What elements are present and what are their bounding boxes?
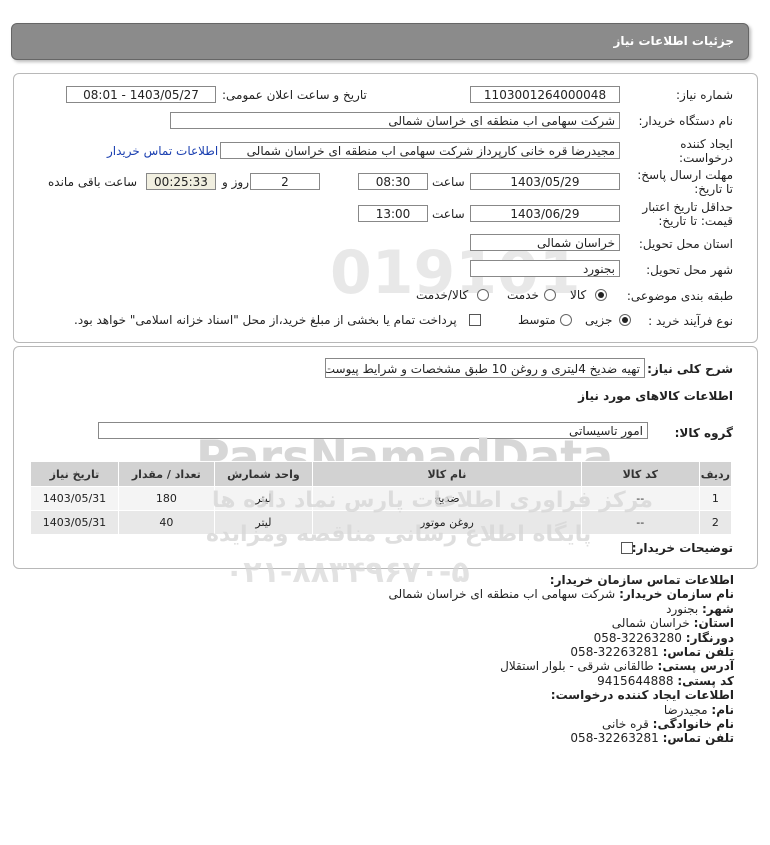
process-option-partial: جزیی: [585, 313, 613, 327]
category-radio-service[interactable]: [544, 289, 556, 301]
remaining-label: ساعت باقی مانده: [48, 175, 138, 189]
buyer-name-label: نام دستگاه خریدار:: [638, 114, 734, 128]
reply-time-label: ساعت: [432, 175, 465, 189]
creator-label-2: درخواست:: [679, 151, 733, 165]
city-field[interactable]: بجنورد: [470, 260, 620, 277]
process-radio-partial[interactable]: [619, 314, 631, 326]
buyer-notes-checkbox[interactable]: [621, 542, 633, 554]
goods-panel: [13, 346, 758, 569]
cell-code: --: [580, 486, 700, 511]
cell-name: روغن موتور: [312, 510, 582, 535]
validity-time-field[interactable]: 13:00: [358, 205, 428, 222]
announce-field[interactable]: 1403/05/27 - 08:01: [66, 86, 216, 103]
creator-field[interactable]: مجیدرضا قره خانی کارپرداز شرکت سهامی اب …: [220, 142, 620, 159]
days-field[interactable]: 2: [250, 173, 320, 190]
creator-last-name: نام خانوادگی: قره خانی: [601, 717, 734, 732]
creator-label-1: ایجاد کننده: [680, 137, 733, 151]
creator-first-name: نام: مجیدرضا: [663, 702, 734, 717]
goods-group-label: گروه کالا:: [674, 426, 733, 440]
cell-name: ضدیخ: [312, 486, 582, 511]
goods-table-header: ردیف کد کالا نام کالا واحد شمارش تعداد /…: [30, 461, 733, 487]
cell-code: --: [580, 510, 700, 535]
treasury-text: پرداخت تمام یا بخشی از مبلغ خرید،از محل …: [74, 313, 457, 327]
reply-deadline-label-2: تا تاریخ:: [694, 182, 733, 196]
cell-row: 2: [698, 510, 733, 535]
goods-group-field[interactable]: امور تاسیساتی: [98, 422, 648, 439]
days-label: روز و: [222, 175, 249, 189]
category-radio-goods-service[interactable]: [477, 289, 489, 301]
contact-address: آدرس پستی: طالقانی شرقی - بلوار استقلال: [500, 659, 734, 674]
summary-label: شرح کلی نیاز:: [647, 362, 733, 376]
contact-phone: تلفن تماس: 058-32263281: [570, 645, 734, 660]
province-label: استان محل تحویل:: [638, 237, 733, 251]
category-option-goods-service: کالا/خدمت: [416, 288, 469, 302]
col-code: کد کالا: [580, 461, 700, 487]
cell-unit: لیتر: [213, 510, 314, 535]
col-unit: واحد شمارش: [213, 461, 314, 487]
goods-table: ردیف کد کالا نام کالا واحد شمارش تعداد /…: [30, 461, 733, 535]
reply-date-field[interactable]: 1403/05/29: [470, 173, 620, 190]
page-title: جزئیات اطلاعات نیاز: [613, 34, 734, 48]
col-date: تاریخ نیاز: [30, 461, 119, 487]
remaining-time-field: 00:25:33: [146, 173, 216, 190]
contact-city: شهر: بجنورد: [666, 601, 734, 616]
province-field[interactable]: خراسان شمالی: [470, 234, 620, 251]
treasury-checkbox[interactable]: [469, 314, 481, 326]
summary-field[interactable]: تهیه ضدیخ 4لیتری و روغن 10 طبق مشخصات و …: [325, 358, 645, 378]
validity-date-field[interactable]: 1403/06/29: [470, 205, 620, 222]
contact-fax: دورنگار: 058-32263280: [593, 630, 734, 645]
process-radio-medium[interactable]: [560, 314, 572, 326]
category-option-service: خدمت: [507, 288, 539, 302]
buyer-contact-link[interactable]: اطلاعات تماس خریدار: [107, 144, 218, 158]
col-row: ردیف: [698, 461, 733, 487]
city-label: شهر محل تحویل:: [646, 263, 733, 277]
category-label: طبقه بندی موضوعی:: [626, 289, 733, 303]
goods-section-title: اطلاعات کالاهای مورد نیاز: [578, 389, 733, 403]
col-qty: تعداد / مقدار: [117, 461, 215, 487]
buyer-name-field[interactable]: شرکت سهامی اب منطقه ای خراسان شمالی: [170, 112, 620, 129]
contact-province: استان: خراسان شمالی: [611, 616, 734, 631]
table-row[interactable]: 1 -- ضدیخ لیتر 180 1403/05/31: [30, 486, 733, 511]
process-label: نوع فرآیند خرید :: [648, 314, 733, 328]
table-row[interactable]: 2 -- روغن موتور لیتر 40 1403/05/31: [30, 510, 733, 535]
creator-heading: اطلاعات ایجاد کننده درخواست:: [550, 688, 734, 703]
contact-org: نام سازمان خریدار: شرکت سهامی اب منطقه ا…: [388, 587, 734, 602]
page-header: جزئیات اطلاعات نیاز: [11, 23, 749, 60]
cell-qty: 180: [117, 486, 215, 511]
reply-deadline-label-1: مهلت ارسال پاسخ:: [637, 168, 733, 182]
category-option-goods: کالا: [570, 288, 587, 302]
contact-heading: اطلاعات تماس سازمان خریدار:: [549, 573, 734, 587]
cell-qty: 40: [117, 510, 215, 535]
cell-unit: لیتر: [213, 486, 314, 511]
contact-postal: کد پستی: 9415644888: [597, 673, 734, 688]
validity-label-1: حداقل تاریخ اعتبار: [642, 200, 733, 214]
validity-time-label: ساعت: [432, 207, 465, 221]
process-option-medium: متوسط: [518, 313, 556, 327]
buyer-notes-label: توضیحات خریدار:: [631, 541, 733, 555]
contact-info: اطلاعات تماس سازمان خریدار: نام سازمان خ…: [389, 573, 734, 746]
creator-phone: تلفن تماس: 058-32263281: [570, 731, 734, 746]
need-number-label: شماره نیاز:: [676, 88, 733, 102]
validity-label-2: قیمت: تا تاریخ:: [658, 214, 733, 228]
cell-date: 1403/05/31: [30, 510, 119, 535]
cell-row: 1: [698, 486, 733, 511]
col-name: نام کالا: [312, 461, 582, 487]
category-radio-goods[interactable]: [595, 289, 607, 301]
need-number-field[interactable]: 1103001264000048: [470, 86, 620, 103]
cell-date: 1403/05/31: [30, 486, 119, 511]
reply-time-field[interactable]: 08:30: [358, 173, 428, 190]
announce-label: تاریخ و ساعت اعلان عمومی:: [222, 88, 367, 102]
